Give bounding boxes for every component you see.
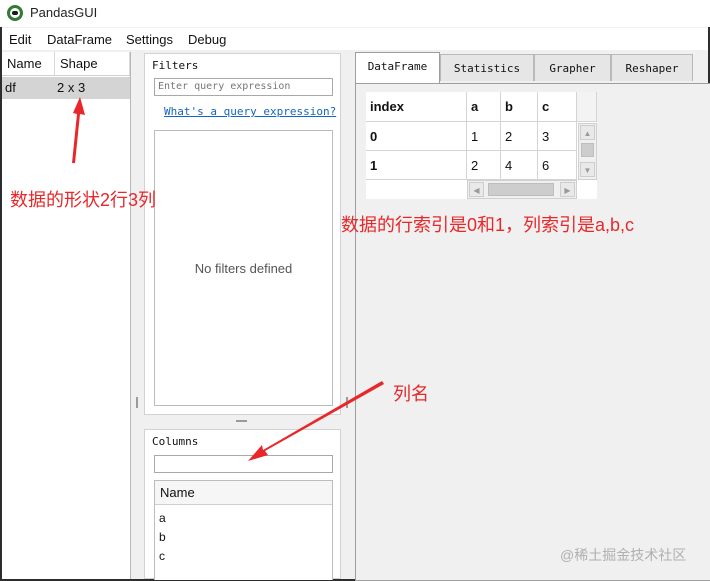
tab-dataframe[interactable]: DataFrame <box>355 52 440 83</box>
shape-arrow-icon <box>72 97 85 163</box>
shape-annotation: 数据的形状2行3列 <box>10 190 157 210</box>
index-annotation: 数据的行索引是0和1，列索引是a,b,c <box>341 215 635 235</box>
columns-annotation: 列名 <box>393 384 429 404</box>
annotation-arrows <box>72 97 384 461</box>
columns-arrow-icon <box>248 381 384 461</box>
watermark-text: @稀土掘金技术社区 <box>560 547 687 563</box>
